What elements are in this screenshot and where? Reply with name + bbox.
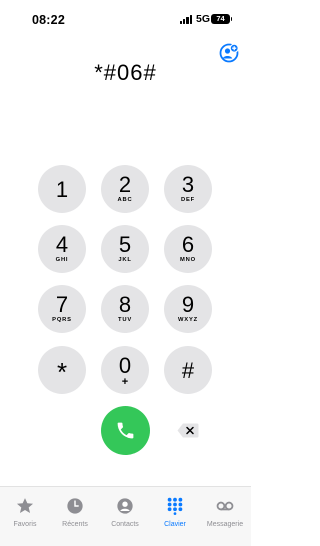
key-0[interactable]: 0 + bbox=[101, 346, 149, 394]
key-7[interactable]: 7 PQRS bbox=[38, 285, 86, 333]
battery-icon: 74 bbox=[211, 14, 230, 24]
key-letters: PQRS bbox=[52, 317, 72, 323]
key-3[interactable]: 3 DEF bbox=[164, 165, 212, 213]
call-button[interactable] bbox=[101, 406, 150, 455]
key-letters: DEF bbox=[181, 197, 195, 203]
phone-icon bbox=[117, 422, 134, 439]
tab-favoris[interactable]: Favoris bbox=[0, 497, 50, 528]
key-digit: * bbox=[56, 357, 68, 387]
key-8[interactable]: 8 TUV bbox=[101, 285, 149, 333]
key-digit: 1 bbox=[55, 177, 69, 202]
key-letters: ABC bbox=[117, 197, 133, 203]
key-digit: # bbox=[181, 358, 195, 383]
key-digit: 4 bbox=[55, 232, 69, 257]
key-plus-label: + bbox=[121, 376, 129, 388]
key-letters: JKL bbox=[118, 257, 132, 263]
key-5[interactable]: 5 JKL bbox=[101, 225, 149, 273]
tab-label: Récents bbox=[62, 521, 88, 528]
key-digit: 7 bbox=[55, 292, 69, 317]
tab-label: Contacts bbox=[111, 521, 139, 528]
tab-clavier[interactable]: Clavier bbox=[150, 497, 200, 528]
cellular-signal-icon bbox=[180, 15, 193, 24]
tab-contacts[interactable]: Contacts bbox=[100, 497, 150, 528]
key-digit: 6 bbox=[181, 232, 195, 257]
key-digit: 8 bbox=[118, 292, 132, 317]
backspace-icon bbox=[177, 423, 199, 438]
key-digit: 0 bbox=[118, 353, 132, 378]
tab-bar: Favoris Récents Contacts Clavier Message… bbox=[0, 486, 251, 546]
delete-button[interactable] bbox=[177, 423, 199, 438]
key-6[interactable]: 6 MNO bbox=[164, 225, 212, 273]
key-digit: 3 bbox=[181, 172, 195, 197]
tab-label: Favoris bbox=[13, 521, 37, 528]
star-icon bbox=[16, 498, 34, 514]
key-digit: 5 bbox=[118, 232, 132, 257]
key-9[interactable]: 9 WXYZ bbox=[164, 285, 212, 333]
tab-label: Clavier bbox=[164, 521, 186, 528]
network-type: 5G bbox=[196, 13, 211, 25]
key-hash[interactable]: # bbox=[164, 346, 212, 394]
tab-messagerie[interactable]: Messagerie bbox=[200, 497, 250, 528]
voicemail-icon bbox=[216, 501, 234, 511]
key-digit: 9 bbox=[181, 292, 195, 317]
status-bar: 08:22 5G 74 bbox=[0, 0, 251, 40]
keypad-icon bbox=[167, 497, 183, 515]
person-icon bbox=[117, 498, 133, 514]
key-star[interactable]: * bbox=[38, 346, 86, 394]
key-letters: TUV bbox=[118, 317, 132, 323]
key-letters: WXYZ bbox=[178, 317, 198, 323]
tab-label: Messagerie bbox=[206, 521, 244, 528]
status-time: 08:22 bbox=[32, 13, 65, 27]
key-2[interactable]: 2 ABC bbox=[101, 165, 149, 213]
battery-tip bbox=[230, 17, 232, 21]
dialed-number-display: *#06# bbox=[94, 60, 157, 85]
key-1[interactable]: 1 bbox=[38, 165, 86, 213]
key-letters: GHI bbox=[55, 257, 69, 263]
key-digit: 2 bbox=[118, 172, 132, 197]
key-4[interactable]: 4 GHI bbox=[38, 225, 86, 273]
key-letters: MNO bbox=[180, 257, 196, 263]
clock-icon bbox=[67, 498, 83, 514]
tab-recents[interactable]: Récents bbox=[50, 497, 100, 528]
